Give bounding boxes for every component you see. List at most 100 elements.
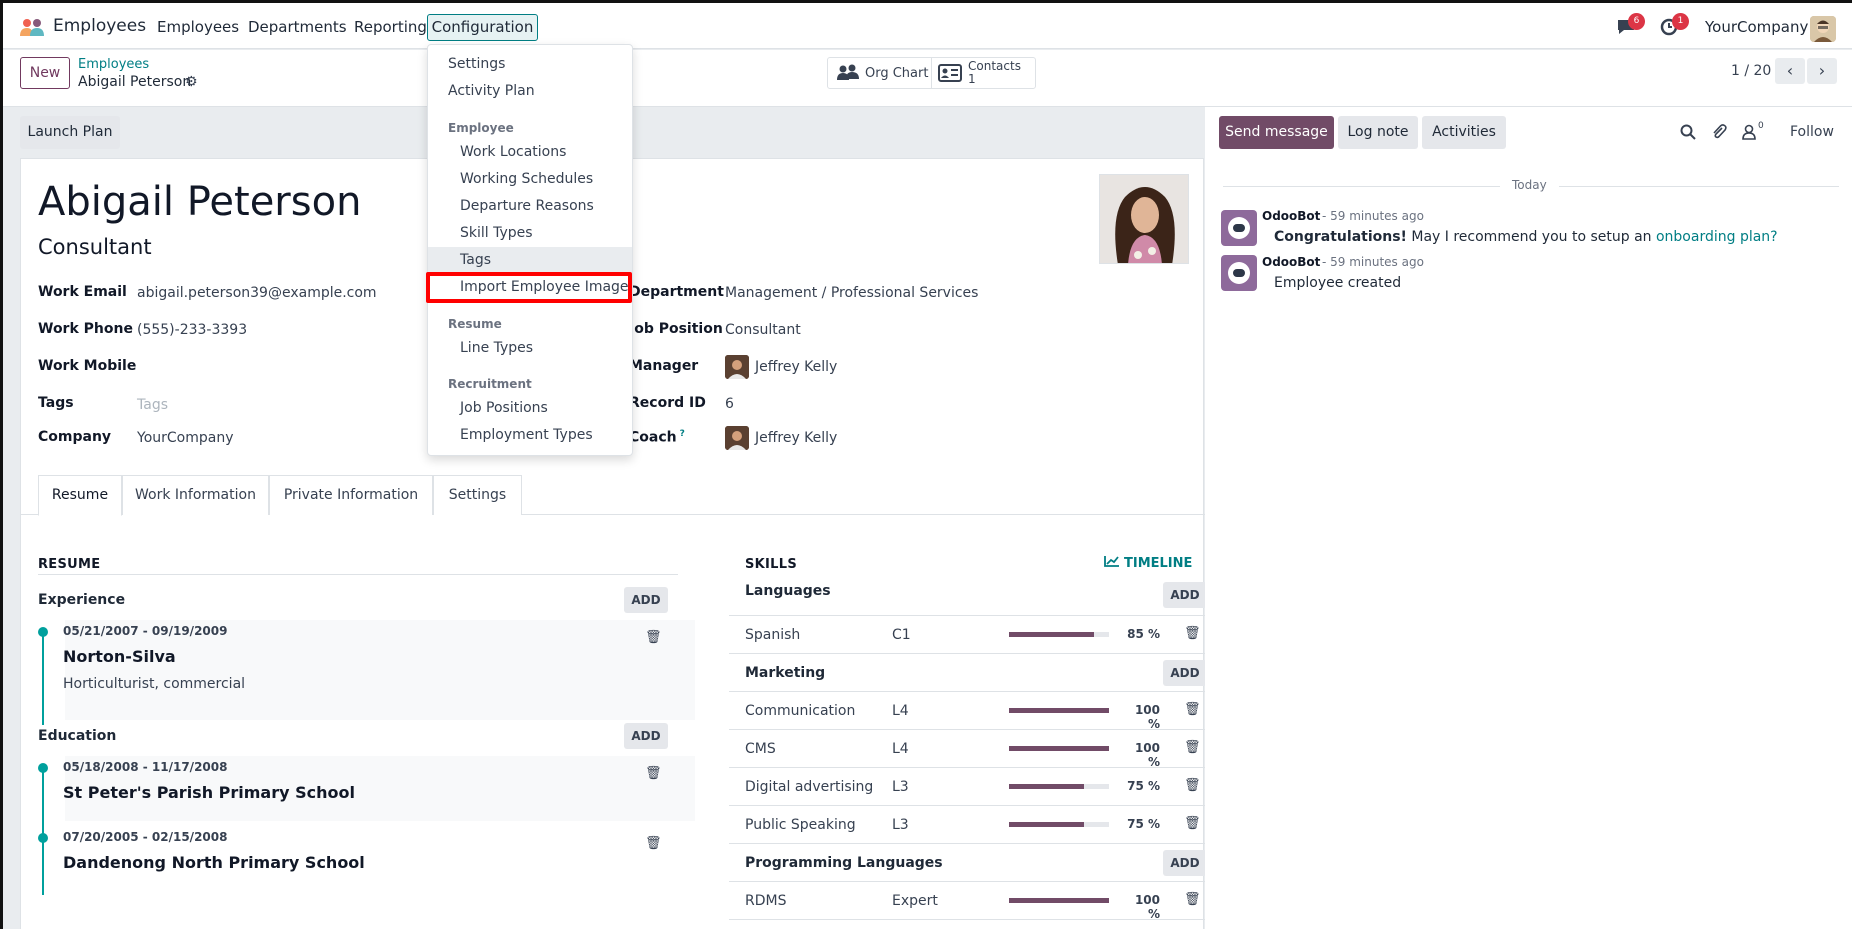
delete-trash-icon[interactable]: 🗑 xyxy=(645,836,662,851)
work-phone-field[interactable]: (555)-233-3393 xyxy=(137,322,247,338)
gear-icon[interactable]: ⚙ xyxy=(185,74,198,90)
add-skill-button[interactable]: ADD xyxy=(1163,582,1207,608)
menu-item-work-locations[interactable]: Work Locations xyxy=(428,139,632,166)
pager-value[interactable]: 1 / 20 xyxy=(1731,63,1771,79)
add-skill-button[interactable]: ADD xyxy=(1163,660,1207,686)
menu-item-employment-types[interactable]: Employment Types xyxy=(428,422,632,449)
company-field[interactable]: YourCompany xyxy=(137,430,234,446)
work-email-field[interactable]: abigail.peterson39@example.com xyxy=(137,285,377,301)
experience-header: Experience xyxy=(38,592,126,608)
menu-item-tags[interactable]: Tags xyxy=(428,247,632,274)
skills-title: SKILLS xyxy=(745,557,798,572)
chatter-panel: Send message Log note Activities 0 Today… xyxy=(1205,107,1852,929)
app-name[interactable]: Employees xyxy=(53,16,146,36)
delete-trash-icon[interactable]: 🗑 xyxy=(1184,892,1201,907)
nav-menu-configuration[interactable]: Configuration xyxy=(427,14,538,41)
message-author[interactable]: OdooBot xyxy=(1262,255,1320,269)
new-button[interactable]: New xyxy=(20,57,70,89)
add-education-button[interactable]: ADD xyxy=(624,723,668,749)
delete-trash-icon[interactable]: 🗑 xyxy=(1184,626,1201,641)
message-time: - 59 minutes ago xyxy=(1322,255,1424,269)
onboarding-plan-link[interactable]: onboarding plan? xyxy=(1656,229,1778,245)
company-switcher[interactable]: YourCompany xyxy=(1705,18,1808,36)
tab-private-information[interactable]: Private Information xyxy=(269,475,433,515)
nav-menu-employees[interactable]: Employees xyxy=(157,18,239,36)
manager-field[interactable]: Jeffrey Kelly xyxy=(725,355,837,379)
message-author[interactable]: OdooBot xyxy=(1262,209,1320,223)
menu-item-skill-types[interactable]: Skill Types xyxy=(428,220,632,247)
department-field[interactable]: Management / Professional Services xyxy=(725,285,978,301)
manager-name: Jeffrey Kelly xyxy=(755,359,838,375)
skill-row[interactable]: CMS L4 100 % 🗑 xyxy=(729,730,1205,769)
menu-item-line-types[interactable]: Line Types xyxy=(428,335,632,362)
skill-row[interactable]: Digital advertising L3 75 % 🗑 xyxy=(729,768,1205,806)
menu-item-working-schedules[interactable]: Working Schedules xyxy=(428,166,632,193)
tab-resume[interactable]: Resume xyxy=(38,475,122,516)
employee-name[interactable]: Abigail Peterson xyxy=(38,179,361,225)
paperclip-icon[interactable] xyxy=(1711,124,1727,140)
user-avatar[interactable] xyxy=(1810,16,1836,42)
delete-trash-icon[interactable]: 🗑 xyxy=(1184,740,1201,755)
odoobot-avatar[interactable] xyxy=(1221,210,1257,246)
odoobot-avatar[interactable] xyxy=(1221,255,1257,291)
skill-name: Spanish xyxy=(745,627,801,643)
message-body: Employee created xyxy=(1274,275,1402,291)
tab-settings[interactable]: Settings xyxy=(433,475,522,515)
employees-app-icon[interactable] xyxy=(19,17,45,37)
skill-progress-value: 75 % xyxy=(1127,817,1160,831)
record-id-label: Record ID xyxy=(629,395,706,411)
skill-group-name: Programming Languages xyxy=(745,855,943,871)
nav-menu-reporting[interactable]: Reporting xyxy=(354,18,427,36)
skill-progress-bar xyxy=(1009,746,1109,751)
search-icon[interactable] xyxy=(1680,124,1696,140)
education-header: Education xyxy=(38,728,117,744)
skill-row[interactable]: Spanish C1 85 % 🗑 xyxy=(729,616,1205,654)
followers-icon[interactable] xyxy=(1742,124,1756,140)
delete-trash-icon[interactable]: 🗑 xyxy=(1184,702,1201,717)
menu-item-activity-plan[interactable]: Activity Plan xyxy=(428,78,632,105)
timeline-toggle[interactable]: TIMELINE xyxy=(1104,555,1192,571)
delete-trash-icon[interactable]: 🗑 xyxy=(1184,778,1201,793)
log-note-button[interactable]: Log note xyxy=(1338,116,1418,149)
activities-badge: 1 xyxy=(1672,13,1689,30)
tab-work-information[interactable]: Work Information xyxy=(122,475,269,515)
launch-plan-button[interactable]: Launch Plan xyxy=(20,116,120,149)
menu-item-job-positions[interactable]: Job Positions xyxy=(428,395,632,422)
skill-row[interactable]: Public Speaking L3 75 % 🗑 xyxy=(729,806,1205,844)
add-skill-button[interactable]: ADD xyxy=(1163,850,1207,876)
pager-previous-icon[interactable]: ‹ xyxy=(1775,58,1805,84)
add-experience-button[interactable]: ADD xyxy=(624,587,668,613)
org-chart-button[interactable]: Org Chart xyxy=(828,58,932,88)
employee-photo[interactable] xyxy=(1099,174,1189,264)
breadcrumb-current: Abigail Peterson xyxy=(78,74,192,90)
pager-next-icon[interactable]: › xyxy=(1807,58,1837,84)
job-position-field[interactable]: Consultant xyxy=(725,322,801,338)
contacts-button[interactable]: Contacts 1 xyxy=(932,58,1035,88)
delete-trash-icon[interactable]: 🗑 xyxy=(645,630,662,645)
resume-line-description: Horticulturist, commercial xyxy=(63,676,246,692)
coach-help-icon[interactable]: ? xyxy=(680,429,685,439)
send-message-button[interactable]: Send message xyxy=(1219,116,1334,149)
resume-title: RESUME xyxy=(38,557,101,572)
menu-item-settings[interactable]: Settings xyxy=(428,51,632,78)
skill-progress-bar xyxy=(1009,632,1109,637)
tags-field[interactable]: Tags xyxy=(137,397,168,413)
follow-button[interactable]: Follow xyxy=(1790,124,1834,140)
delete-trash-icon[interactable]: 🗑 xyxy=(1184,816,1201,831)
activities-button[interactable]: Activities xyxy=(1422,116,1506,149)
employee-job-title[interactable]: Consultant xyxy=(38,235,152,259)
nav-menu-departments[interactable]: Departments xyxy=(248,18,347,36)
resume-timeline-dot xyxy=(38,833,48,843)
skill-level: L3 xyxy=(892,779,909,795)
job-position-label: Job Position xyxy=(629,321,723,337)
menu-item-departure-reasons[interactable]: Departure Reasons xyxy=(428,193,632,220)
chart-line-icon xyxy=(1104,556,1119,567)
coach-field[interactable]: Jeffrey Kelly xyxy=(725,426,837,450)
skill-group-name: Marketing xyxy=(745,665,826,681)
skill-row[interactable]: RDMS Expert 100 % 🗑 xyxy=(729,882,1205,921)
delete-trash-icon[interactable]: 🗑 xyxy=(645,766,662,781)
manager-label: Manager xyxy=(629,358,699,374)
work-mobile-field[interactable] xyxy=(137,358,437,378)
skill-row[interactable]: Communication L4 100 % 🗑 xyxy=(729,692,1205,731)
breadcrumb-employees[interactable]: Employees xyxy=(78,57,149,72)
